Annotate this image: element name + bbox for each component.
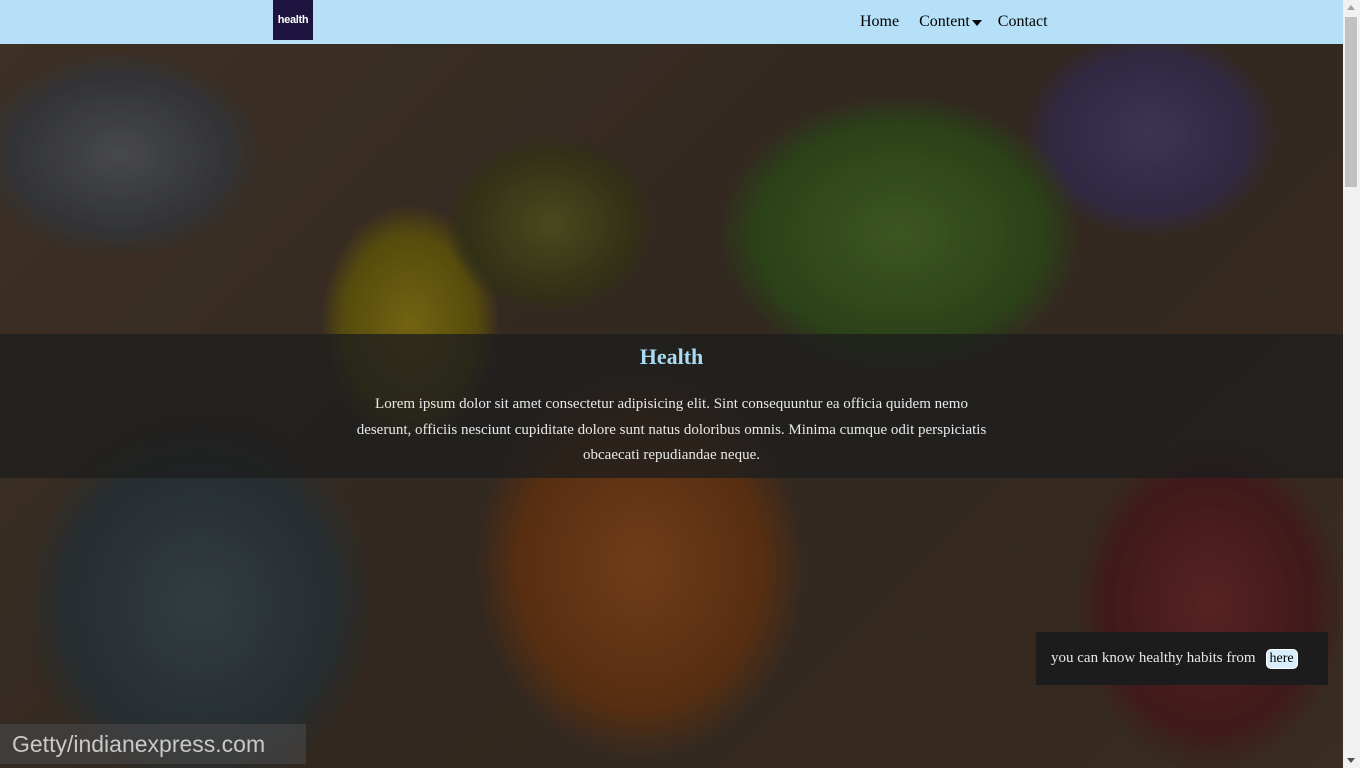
- hero-title: Health: [639, 344, 704, 369]
- hero-description: Lorem ipsum dolor sit amet consectetur a…: [356, 396, 987, 463]
- tip-text: you can know healthy habits from: [1051, 650, 1256, 666]
- site-logo[interactable]: health: [273, 0, 313, 40]
- scroll-down-arrow-icon[interactable]: [1347, 758, 1355, 763]
- vertical-scrollbar[interactable]: [1343, 0, 1360, 768]
- scroll-up-arrow-icon[interactable]: [1347, 5, 1355, 10]
- healthy-habits-tip: you can know healthy habits from here: [1036, 632, 1328, 685]
- nav-home-link[interactable]: Home: [860, 13, 899, 31]
- caret-down-icon: [971, 19, 982, 26]
- nav-contact-link[interactable]: Contact: [998, 13, 1048, 31]
- nav-content-dropdown[interactable]: Content: [919, 13, 982, 31]
- here-link-button[interactable]: here: [1265, 648, 1298, 669]
- image-credit-watermark: Getty/indianexpress.com: [0, 724, 306, 764]
- scrollbar-thumb[interactable]: [1345, 17, 1357, 187]
- nav-content-label: Content: [919, 13, 970, 30]
- top-navbar: health Home Content Contact: [0, 0, 1343, 44]
- nav-links: Home Content Contact: [860, 0, 1048, 44]
- hero-banner: Health Lorem ipsum dolor sit amet consec…: [0, 334, 1343, 478]
